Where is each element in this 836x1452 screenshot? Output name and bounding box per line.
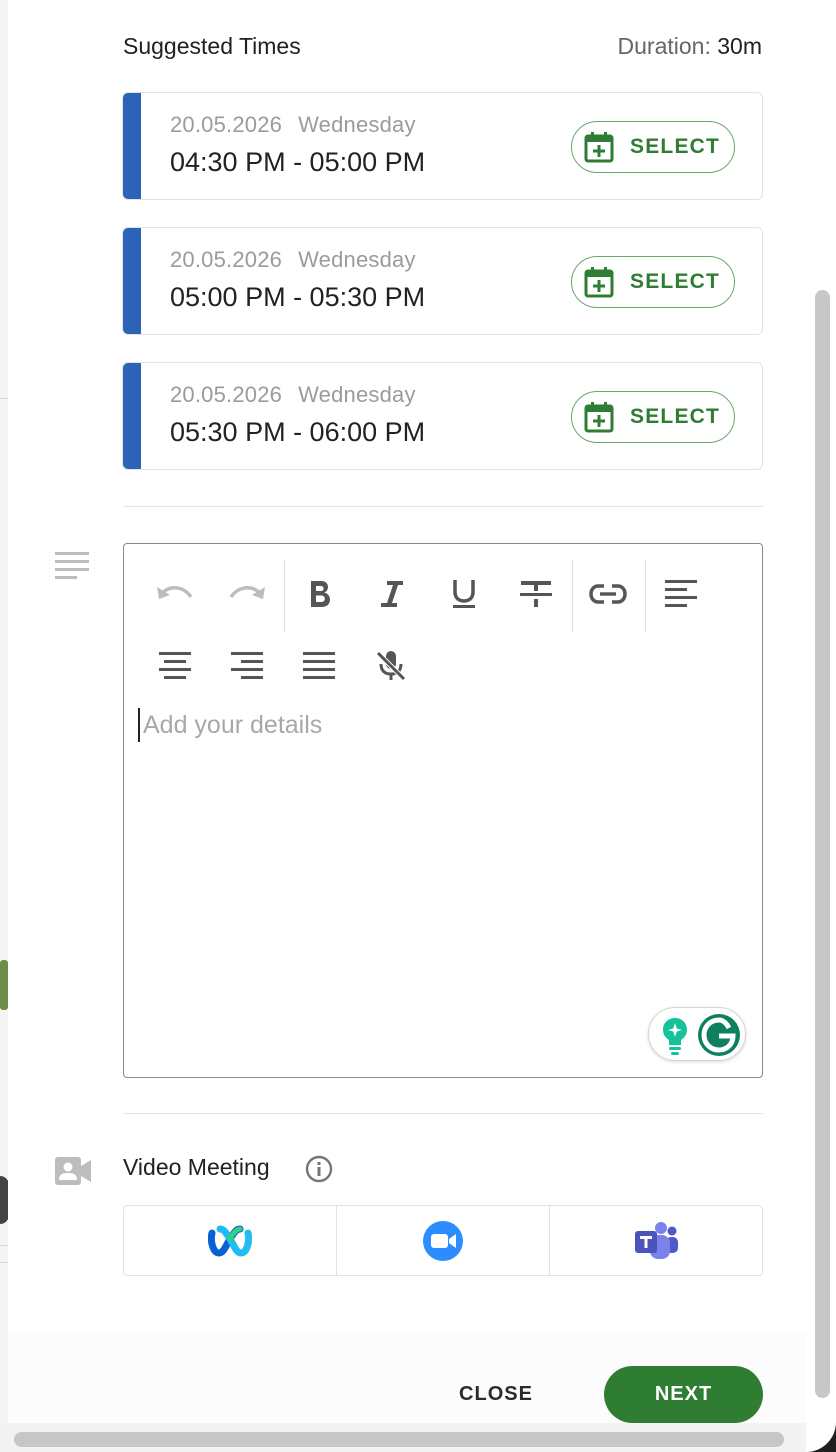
section-divider bbox=[123, 506, 763, 507]
grammarly-widget[interactable] bbox=[648, 1007, 746, 1061]
slot-accent-bar bbox=[123, 228, 141, 334]
grammarly-icon bbox=[663, 1014, 740, 1056]
align-center-icon bbox=[159, 652, 191, 679]
slot-weekday: Wednesday bbox=[298, 112, 416, 137]
select-slot-button[interactable]: SELECT bbox=[571, 256, 735, 308]
webex-option[interactable] bbox=[124, 1206, 337, 1275]
align-right-icon bbox=[231, 652, 263, 679]
justify-icon bbox=[303, 652, 335, 679]
bold-icon bbox=[311, 581, 330, 607]
zoom-option[interactable] bbox=[337, 1206, 550, 1275]
italic-button[interactable] bbox=[369, 571, 415, 617]
slot-accent-bar bbox=[123, 93, 141, 199]
select-button-label: SELECT bbox=[630, 270, 721, 293]
video-contact-icon bbox=[55, 1157, 91, 1185]
underline-button[interactable] bbox=[441, 571, 487, 617]
strikethrough-button[interactable] bbox=[513, 571, 559, 617]
undo-icon bbox=[157, 586, 193, 599]
slot-time-range: 04:30 PM - 05:00 PM bbox=[170, 147, 426, 177]
next-button[interactable]: NEXT bbox=[604, 1366, 763, 1423]
details-editor: Add your details bbox=[123, 543, 763, 1078]
mic-off-icon bbox=[376, 651, 406, 681]
justify-button[interactable] bbox=[296, 643, 342, 689]
italic-icon bbox=[381, 581, 403, 607]
toolbar-separator bbox=[284, 560, 285, 632]
toolbar-separator bbox=[572, 560, 573, 632]
duration-value: 30m bbox=[717, 33, 762, 59]
align-right-button[interactable] bbox=[224, 643, 270, 689]
time-slot-card: 20.05.2026 Wednesday 05:30 PM - 06:00 PM … bbox=[122, 362, 763, 470]
select-slot-button[interactable]: SELECT bbox=[571, 391, 735, 443]
bold-button[interactable] bbox=[297, 571, 343, 617]
toolbar-separator bbox=[645, 560, 646, 632]
zoom-icon bbox=[423, 1220, 463, 1261]
suggested-times-title: Suggested Times bbox=[123, 33, 301, 59]
slot-date-value: 20.05.2026 bbox=[170, 247, 283, 272]
redo-button[interactable] bbox=[224, 571, 270, 617]
vertical-scrollbar-thumb[interactable] bbox=[815, 290, 830, 1398]
redo-icon bbox=[229, 586, 265, 599]
text-cursor bbox=[138, 708, 140, 742]
slot-date: 20.05.2026 Wednesday bbox=[170, 382, 416, 408]
align-left-button[interactable] bbox=[658, 571, 704, 617]
video-provider-selector bbox=[123, 1205, 763, 1276]
align-center-button[interactable] bbox=[152, 643, 198, 689]
slot-date-value: 20.05.2026 bbox=[170, 382, 283, 407]
webex-icon bbox=[208, 1225, 252, 1257]
undo-button[interactable] bbox=[152, 571, 198, 617]
select-slot-button[interactable]: SELECT bbox=[571, 121, 735, 173]
slot-time-range: 05:00 PM - 05:30 PM bbox=[170, 282, 426, 312]
details-text-area[interactable]: Add your details bbox=[138, 706, 738, 1036]
duration-label: Duration: bbox=[617, 33, 711, 59]
strikethrough-icon bbox=[520, 581, 552, 607]
slot-date: 20.05.2026 Wednesday bbox=[170, 247, 416, 273]
calendar-add-icon bbox=[584, 267, 614, 298]
slot-date-value: 20.05.2026 bbox=[170, 112, 283, 137]
notes-icon bbox=[55, 552, 89, 579]
time-slot-card: 20.05.2026 Wednesday 04:30 PM - 05:00 PM … bbox=[122, 92, 763, 200]
close-button[interactable]: CLOSE bbox=[442, 1368, 550, 1420]
background-image-fragment bbox=[0, 960, 8, 1010]
details-placeholder: Add your details bbox=[143, 711, 323, 739]
underline-icon bbox=[453, 580, 475, 608]
select-button-label: SELECT bbox=[630, 405, 721, 428]
align-left-icon bbox=[665, 580, 697, 607]
info-icon[interactable] bbox=[305, 1155, 333, 1183]
slot-accent-bar bbox=[123, 363, 141, 469]
select-button-label: SELECT bbox=[630, 135, 721, 158]
calendar-add-icon bbox=[584, 132, 614, 163]
slot-time-range: 05:30 PM - 06:00 PM bbox=[170, 417, 426, 447]
link-icon bbox=[589, 584, 627, 604]
slot-weekday: Wednesday bbox=[298, 247, 416, 272]
section-divider bbox=[123, 1113, 763, 1114]
time-slot-card: 20.05.2026 Wednesday 05:00 PM - 05:30 PM … bbox=[122, 227, 763, 335]
insert-link-button[interactable] bbox=[585, 571, 631, 617]
teams-option[interactable] bbox=[550, 1206, 762, 1275]
calendar-add-icon bbox=[584, 402, 614, 433]
duration-display: Duration: 30m bbox=[618, 33, 762, 60]
video-meeting-label: Video Meeting bbox=[123, 1154, 270, 1180]
slot-weekday: Wednesday bbox=[298, 382, 416, 407]
dictation-button[interactable] bbox=[368, 643, 414, 689]
horizontal-scrollbar-thumb[interactable] bbox=[14, 1432, 784, 1447]
slot-date: 20.05.2026 Wednesday bbox=[170, 112, 416, 138]
teams-icon bbox=[635, 1221, 678, 1259]
